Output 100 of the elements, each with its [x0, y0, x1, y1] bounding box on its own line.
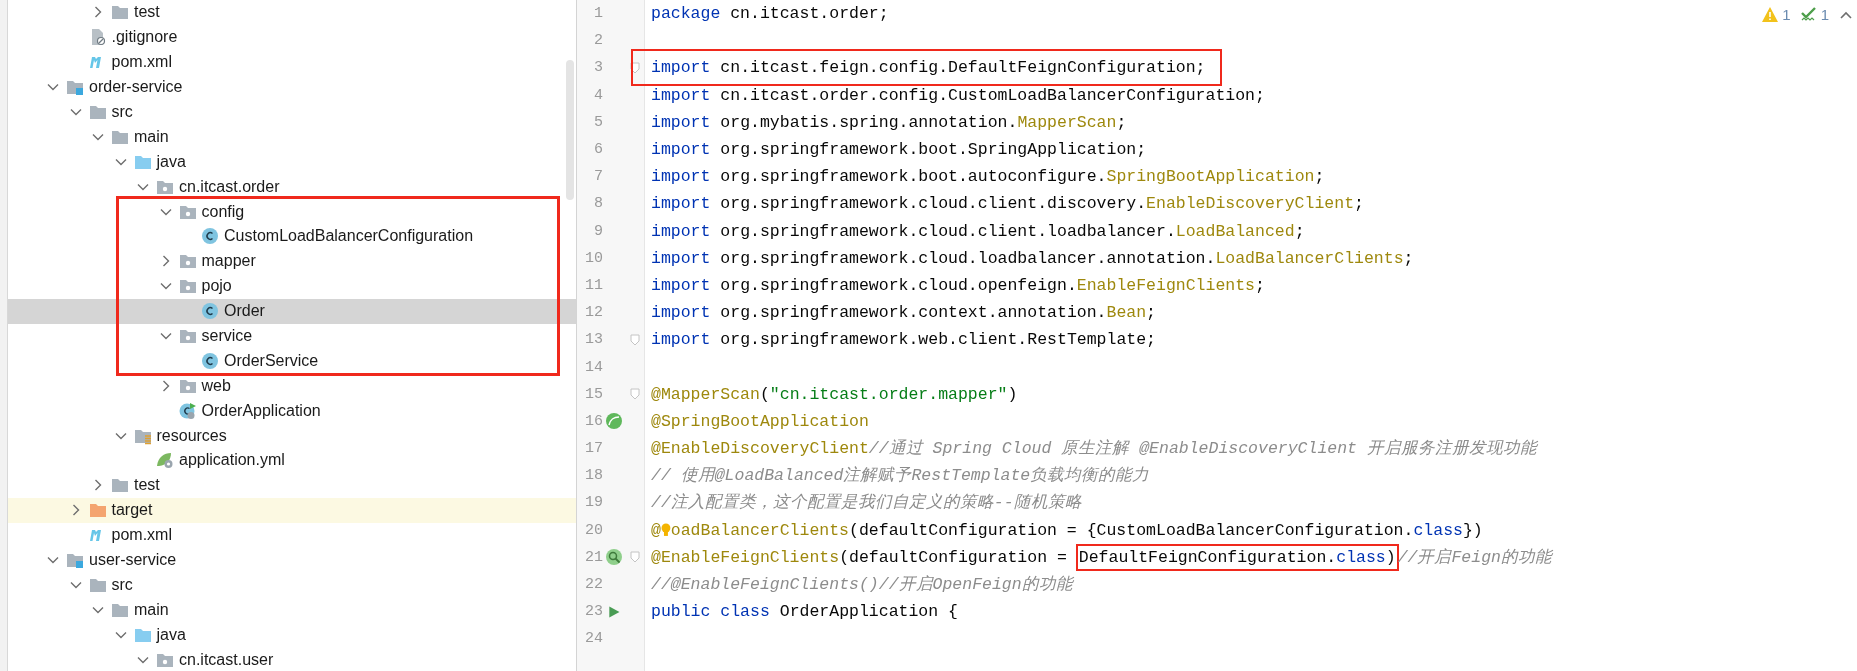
bean-icon[interactable] [605, 412, 623, 431]
tree-item[interactable]: cn.itcast.order [8, 174, 576, 200]
annotation-name: @EnableFeignClients [651, 547, 840, 567]
line-number: 13 [584, 331, 603, 349]
chevron-up-icon[interactable] [1839, 9, 1853, 20]
annotation-name: @EnableDiscoveryClient [651, 439, 869, 458]
tree-item[interactable]: web [8, 373, 576, 399]
tree-item[interactable]: application.yml [8, 448, 576, 473]
annotation-name: EnableFeignClients [1076, 275, 1256, 295]
code-text: org.springframework.boot.autoconfigure. [719, 167, 1107, 187]
package-icon [178, 327, 197, 345]
inspection-count: 1 [1820, 6, 1829, 23]
code-text: cn.itcast.order.config.CustomLoadBalancerConfiguration; [719, 85, 1265, 105]
code-text: org.springframework.boot.SpringApplication; [719, 139, 1147, 159]
line-number: 22 [584, 576, 603, 594]
module-folder-icon [66, 551, 84, 570]
code-text: cn.itcast.order; [729, 4, 889, 23]
tree-item[interactable]: pojo [8, 273, 576, 299]
line-number: 14 [584, 358, 603, 376]
folder-icon [88, 501, 107, 520]
tree-item[interactable]: resources [8, 423, 576, 449]
line-number: 9 [593, 222, 603, 240]
tree-item[interactable]: main [8, 597, 576, 623]
tree-item[interactable]: test [8, 0, 576, 25]
line-number: 24 [584, 630, 603, 648]
annotation-name: oadBalancerClients [670, 520, 850, 540]
line-number: 10 [584, 249, 603, 267]
tree-item[interactable]: src [8, 99, 576, 125]
tree-item[interactable]: cn.itcast.user [8, 647, 576, 671]
code-text: ; [1146, 303, 1156, 323]
tree-item[interactable]: java [8, 149, 576, 175]
fold-marker-icon[interactable] [630, 333, 640, 346]
line-number: 7 [593, 168, 603, 186]
tree-item[interactable]: Order [8, 298, 576, 324]
code-text: ; [1116, 112, 1127, 132]
bean-search-icon[interactable] [605, 548, 623, 567]
code-text: org.springframework.cloud.client.loadbalancer. [719, 221, 1176, 241]
line-number: 17 [584, 440, 603, 458]
keyword: class [1413, 520, 1463, 540]
annotation-name: MapperScan [1017, 112, 1117, 132]
tree-item[interactable]: pom.xml [8, 49, 576, 75]
tree-item[interactable]: pom.xml [8, 522, 576, 548]
code-text: ; [1314, 167, 1325, 187]
package-icon [178, 252, 197, 271]
annotation-name: Bean [1106, 303, 1147, 323]
tree-item[interactable]: OrderService [8, 348, 576, 374]
scrollbar-thumb[interactable] [566, 60, 574, 200]
tree-item[interactable]: OrderApplication [8, 398, 576, 424]
tree-item[interactable]: target [8, 497, 576, 523]
tree-item[interactable]: .gitignore [8, 24, 576, 50]
keyword: import [651, 58, 711, 78]
annotation-name: @MapperScan [651, 384, 760, 404]
keyword: import [651, 275, 711, 295]
tree-item[interactable]: test [8, 472, 576, 498]
code-text: ; [1354, 194, 1364, 214]
annotation-name: LoadBalancerClients [1215, 248, 1404, 268]
code-text: cn.itcast.feign.config.DefaultFeignConfiguration; [719, 58, 1206, 78]
code-text: org.springframework.cloud.loadbalancer.annotation. [719, 248, 1216, 268]
tree-item[interactable]: main [8, 124, 576, 150]
keyword: import [651, 194, 711, 214]
tree-item[interactable]: java [8, 622, 576, 648]
code-text: ) [1007, 384, 1018, 404]
keyword: package [651, 4, 721, 23]
line-number: 16 [584, 412, 603, 430]
fold-marker-icon[interactable] [630, 61, 640, 74]
line-number: 20 [584, 521, 603, 539]
module-folder-icon [66, 78, 84, 97]
code-text: (defaultConfiguration = {CustomLoadBalancerConfiguration. [849, 520, 1414, 540]
annotation-name: EnableDiscoveryClient [1146, 194, 1355, 214]
tree-item[interactable]: mapper [8, 248, 576, 274]
code-text: }) [1462, 520, 1483, 540]
keyword: import [651, 248, 711, 268]
code-comment: //@EnableFeignClients()//开启OpenFeign的功能 [651, 574, 1073, 594]
code-comment: //注入配置类，这个配置是我们自定义的策略--随机策略 [651, 493, 1082, 513]
tree-item[interactable]: order-service [8, 74, 576, 100]
class-icon [178, 401, 197, 420]
inspection-count: 1 [1782, 6, 1791, 23]
tree-item[interactable]: config [8, 199, 576, 224]
keyword: public class [651, 602, 770, 622]
tree-item[interactable]: service [8, 323, 576, 349]
folder-icon [88, 103, 107, 121]
code-text: org.springframework.cloud.client.discovery. [719, 194, 1147, 214]
tree-item[interactable]: CustomLoadBalancerConfiguration [8, 224, 576, 249]
keyword: import [651, 221, 711, 241]
line-number: 12 [584, 304, 603, 322]
leaf-file-icon [156, 451, 174, 470]
code-text: ) [1385, 547, 1396, 567]
line-number: 21 [584, 548, 603, 566]
fold-marker-icon[interactable] [630, 388, 640, 401]
tree-item[interactable]: src [8, 572, 576, 598]
line-number: 4 [593, 86, 603, 104]
code-text: (defaultConfiguration = [839, 547, 1068, 567]
keyword: class [1336, 547, 1386, 567]
line-number: 19 [584, 494, 603, 512]
code-text: org.mybatis.spring.annotation. [719, 112, 1018, 132]
code-text: DefaultFeignConfiguration. [1078, 547, 1337, 567]
tree-item[interactable]: user-service [8, 547, 576, 573]
check-icon[interactable] [1800, 6, 1817, 23]
fold-marker-icon[interactable] [630, 551, 640, 564]
string-literal: "cn.itcast.order.mapper" [769, 384, 1008, 404]
